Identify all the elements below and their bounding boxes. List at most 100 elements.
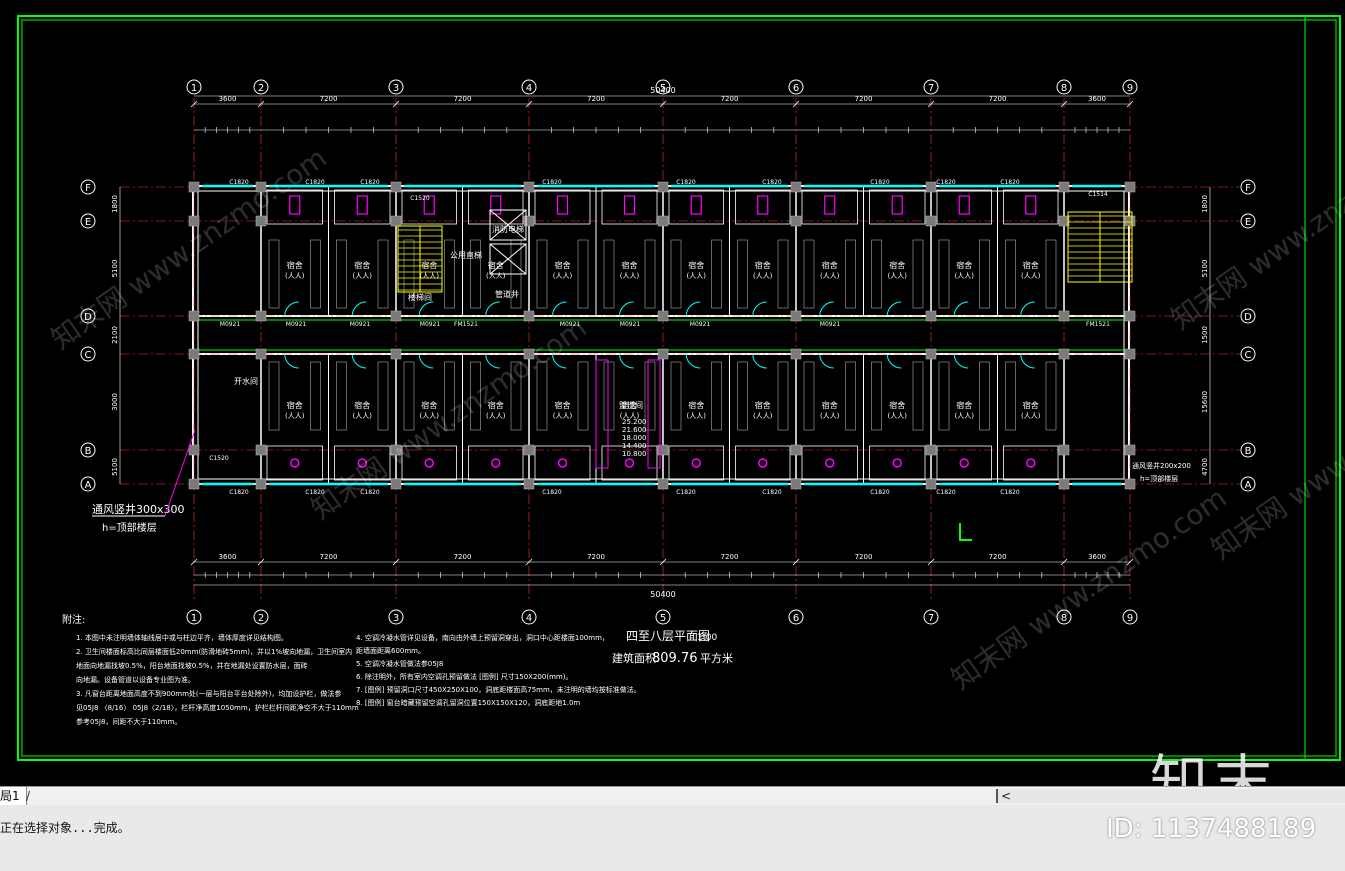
side-dimension: 5100 xyxy=(111,458,119,476)
room-occupancy: (人人) xyxy=(888,272,908,280)
special-room-label: 开水间 xyxy=(234,376,258,386)
elevation-value: 25.200 xyxy=(622,418,647,426)
room-partitions xyxy=(188,181,1136,490)
structural-column xyxy=(657,181,669,193)
special-room-label: 公用直梯 xyxy=(450,250,482,260)
floor-plan-drawing: 112233445566778899F FE ED DC CB BA A 3600 7200 7… xyxy=(17,15,1345,761)
room-occupancy: (人人) xyxy=(955,272,975,280)
section-mark xyxy=(959,523,972,541)
bathroom xyxy=(334,189,391,225)
room-occupancy: (人人) xyxy=(353,412,373,420)
toilet-fixture xyxy=(356,195,368,215)
axis-number-label: 2 xyxy=(258,83,264,94)
window-tag: C1820 xyxy=(1000,179,1020,186)
room-occupancy: (人人) xyxy=(420,272,440,280)
bay-dimension: 7200 xyxy=(721,553,739,561)
structural-column xyxy=(390,478,402,490)
window-tag: C1820 xyxy=(229,489,249,496)
bed xyxy=(845,361,856,431)
structural-column xyxy=(1124,444,1136,456)
room-label-north: 宿舍 xyxy=(354,260,370,270)
bed xyxy=(938,239,950,309)
structural-column xyxy=(925,348,937,360)
notes-left: 1. 本图中未注明墙体轴线居中或与柱边平齐，墙体厚度详见结构图。 2. 卫生间楼面… xyxy=(76,633,359,726)
door-swing xyxy=(284,301,299,317)
axis-number-label: 1 xyxy=(191,83,197,94)
axis-number-label: 3 xyxy=(393,83,399,94)
bed xyxy=(737,361,748,431)
washbasin-fixture xyxy=(691,458,701,468)
overall-dimension: 50400 xyxy=(650,86,675,95)
bed xyxy=(1045,239,1057,309)
tab-layout-1[interactable]: 局1 xyxy=(0,787,27,805)
horizontal-scrollbar[interactable]: < xyxy=(996,789,1345,803)
structural-column xyxy=(523,478,535,490)
axis-letter-label: B xyxy=(1245,446,1252,457)
side-dimension: 15600 xyxy=(1201,391,1209,413)
bathroom xyxy=(801,189,858,225)
structural-column xyxy=(925,310,937,322)
room-label-south: 宿舍 xyxy=(822,400,838,410)
structural-column xyxy=(255,444,267,456)
bed xyxy=(377,239,389,309)
washbasin-fixture xyxy=(557,458,568,468)
axis-letter-label: C xyxy=(1245,350,1252,361)
note-line-right: 7. [图例] 预留洞口尺寸450X250X100，洞底距楼面高75mm，未注明… xyxy=(356,685,641,694)
scroll-left-arrow-icon[interactable]: < xyxy=(1000,789,1012,803)
door-swing xyxy=(351,353,367,369)
bed xyxy=(711,239,722,309)
window-tag: C1520 xyxy=(410,195,430,202)
side-dimension: 1800 xyxy=(111,195,119,213)
axis-letter-label: F xyxy=(85,183,91,194)
toilet-fixture xyxy=(824,195,836,215)
door-tag: M0921 xyxy=(690,321,711,328)
notes-right: 4. 空调冷凝水管详见设备，南向由外墙上预留洞穿出，洞口中心距楼面100mm， … xyxy=(356,633,641,707)
cad-drawing-area[interactable]: 112233445566778899FFEEDDCCBBAA 3600 7200 7… xyxy=(0,0,1345,786)
side-dimension: 2100 xyxy=(111,326,119,344)
room-occupancy: (人人) xyxy=(486,272,506,280)
bathroom xyxy=(735,189,791,225)
axis-number-label: 6 xyxy=(793,83,799,94)
bed xyxy=(310,239,321,309)
window-tag: C1514 xyxy=(1088,191,1108,198)
room-label-south: 宿舍 xyxy=(1023,400,1039,410)
watermark-repeat: 知末网 www.znzmo.com xyxy=(945,481,1232,696)
door-tag: M0921 xyxy=(420,321,441,328)
special-room-label: 管道井 xyxy=(495,289,519,299)
structural-column xyxy=(1124,348,1136,360)
structural-column xyxy=(1124,215,1136,227)
drawing-frame-inner xyxy=(21,19,1337,757)
structural-column xyxy=(188,444,200,456)
window-tag: C1820 xyxy=(542,179,562,186)
window-tag: C1820 xyxy=(762,179,782,186)
bathroom xyxy=(266,445,323,481)
door-swing xyxy=(418,301,434,317)
bathroom xyxy=(801,445,858,481)
washbasin-fixture xyxy=(758,458,768,468)
door-swing xyxy=(953,353,969,369)
window-tag: C1820 xyxy=(936,179,956,186)
side-dimension: 1500 xyxy=(1201,326,1209,344)
axis-number-label: 7 xyxy=(928,613,934,624)
elevation-value: 14.400 xyxy=(622,442,647,450)
note-line-right: 4. 空调冷凝水管详见设备，南向由外墙上预留洞穿出，洞口中心距楼面100mm， xyxy=(356,633,609,642)
scrollbar-edge xyxy=(996,789,998,803)
bay-dimension: 7200 xyxy=(454,553,472,561)
bay-dimension: 7200 xyxy=(587,553,605,561)
room-label-south: 宿舍 xyxy=(755,400,771,410)
structural-column xyxy=(790,310,802,322)
door-swing xyxy=(1020,301,1035,317)
door-swing xyxy=(418,353,434,369)
notes-heading: 附注: xyxy=(62,613,85,626)
window-tag: C1820 xyxy=(1000,489,1020,496)
room-occupancy: (人人) xyxy=(687,412,707,420)
room-occupancy: (人人) xyxy=(820,272,840,280)
structural-column xyxy=(390,181,402,193)
bed xyxy=(336,361,347,431)
door-swing xyxy=(886,353,902,369)
axis-letter-label: D xyxy=(1244,312,1252,323)
door-swing xyxy=(619,301,634,317)
bed xyxy=(979,239,990,309)
note-line-left: 1. 本图中未注明墙体轴线居中或与柱边平齐，墙体厚度详见结构图。 xyxy=(76,633,288,642)
callout-vent-right-height: h=顶部楼层 xyxy=(1140,474,1178,483)
